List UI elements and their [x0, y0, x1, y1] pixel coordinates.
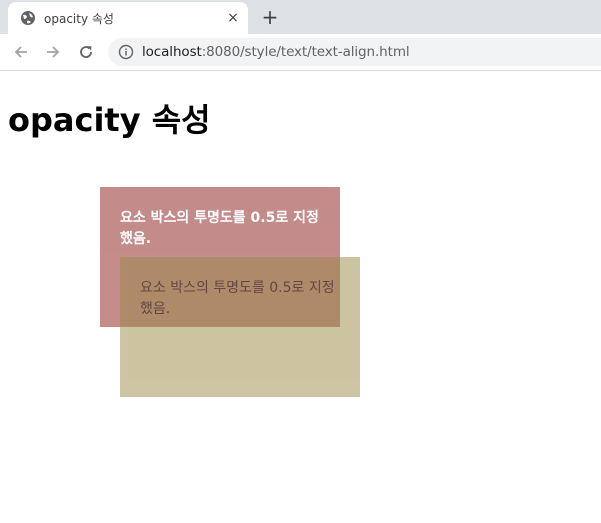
page-title: opacity 속성	[8, 101, 211, 139]
browser-tab[interactable]: opacity 속성 ×	[8, 2, 248, 34]
info-icon[interactable]	[118, 44, 134, 60]
url-path: :8080/style/text/text-align.html	[201, 44, 410, 60]
opacity-box-second: 요소 박스의 투명도를 0.5로 지정했음.	[120, 257, 360, 397]
reload-button[interactable]	[74, 40, 98, 64]
page-content: opacity 속성 요소 박스의 투명도를 0.5로 지정했음. 요소 박스의…	[0, 71, 601, 523]
arrow-left-icon	[14, 46, 27, 58]
back-button[interactable]	[9, 40, 33, 64]
browser-toolbar: localhost:8080/style/text/text-align.htm…	[0, 34, 601, 71]
reload-icon	[80, 46, 92, 58]
tab-strip: opacity 속성 × +	[0, 0, 601, 34]
forward-button[interactable]	[41, 40, 65, 64]
globe-icon	[20, 10, 36, 26]
close-icon[interactable]: ×	[224, 9, 242, 27]
new-tab-button[interactable]: +	[258, 5, 282, 29]
address-bar[interactable]: localhost:8080/style/text/text-align.htm…	[108, 38, 601, 66]
tab-title: opacity 속성	[44, 12, 114, 26]
url-host: localhost	[142, 44, 202, 60]
arrow-right-icon	[47, 46, 60, 58]
url-text: localhost:8080/style/text/text-align.htm…	[142, 44, 410, 60]
